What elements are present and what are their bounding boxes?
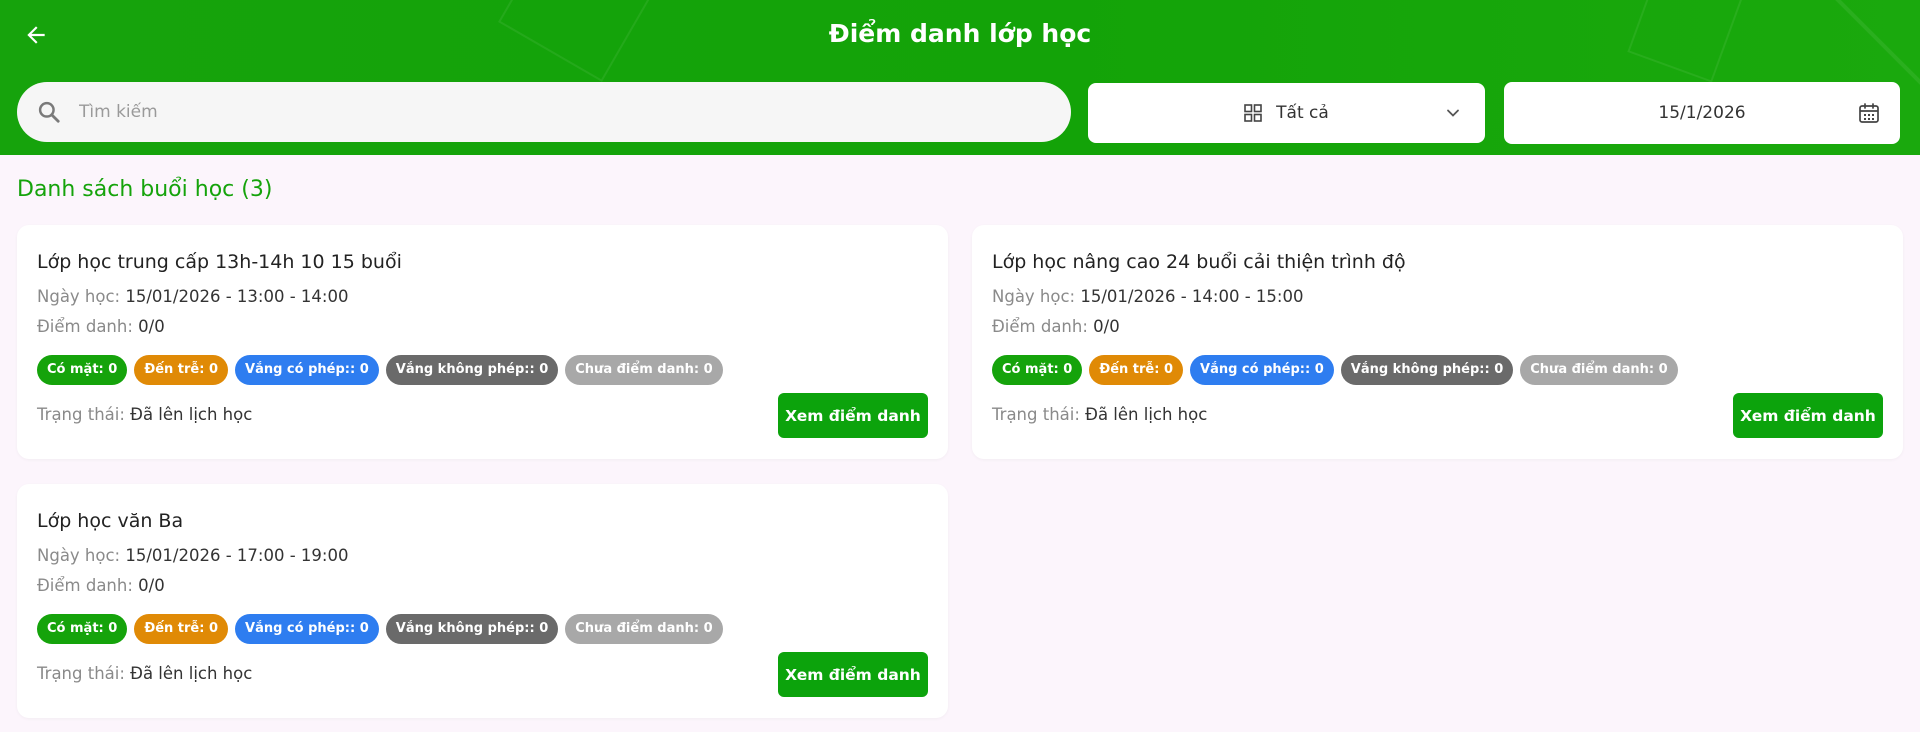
- badge-present: Có mặt: 0: [37, 614, 128, 644]
- session-status-value: Đã lên lịch học: [130, 405, 253, 424]
- badge-present: Có mặt: 0: [992, 355, 1083, 385]
- badge-late: Đến trễ: 0: [134, 614, 229, 644]
- badge-excused-absence: Vắng có phép:: 0: [1190, 355, 1334, 385]
- session-title: Lớp học trung cấp 13h-14h 10 15 buổi: [37, 251, 402, 273]
- badge-excused-absence: Vắng có phép:: 0: [235, 614, 379, 644]
- session-title: Lớp học nâng cao 24 buổi cải thiện trình…: [992, 251, 1406, 273]
- badge-unexcused-absence: Vắng không phép:: 0: [385, 355, 559, 385]
- date-picker-field[interactable]: 15/1/2026: [1504, 82, 1900, 144]
- search-input[interactable]: [79, 102, 979, 122]
- session-date-value: 15/01/2026 - 14:00 - 15:00: [1080, 287, 1304, 306]
- badge-not-marked: Chưa điểm danh: 0: [565, 355, 723, 385]
- session-attendance-label: Điểm danh:: [37, 317, 133, 336]
- session-card: Lớp học trung cấp 13h-14h 10 15 buổi Ngà…: [17, 225, 948, 459]
- page-title: Điểm danh lớp học: [828, 19, 1092, 48]
- attendance-badges: Có mặt: 0 Đến trễ: 0 Vắng có phép:: 0 Vắ…: [37, 355, 723, 385]
- session-attendance-row: Điểm danh: 0/0: [37, 315, 165, 339]
- session-date-label: Ngày học:: [37, 546, 121, 565]
- session-title: Lớp học văn Ba: [37, 510, 184, 532]
- search-icon: [34, 97, 64, 127]
- session-status-label: Trạng thái:: [37, 664, 125, 683]
- chevron-down-icon: [1447, 109, 1459, 117]
- session-status-row: Trạng thái: Đã lên lịch học: [992, 403, 1207, 427]
- badge-not-marked: Chưa điểm danh: 0: [565, 614, 723, 644]
- session-date-value: 15/01/2026 - 17:00 - 19:00: [125, 546, 349, 565]
- session-date-value: 15/01/2026 - 13:00 - 14:00: [125, 287, 349, 306]
- attendance-badges: Có mặt: 0 Đến trễ: 0 Vắng có phép:: 0 Vắ…: [37, 614, 723, 644]
- session-attendance-value: 0/0: [1093, 317, 1120, 336]
- view-attendance-button[interactable]: Xem điểm danh: [778, 393, 928, 438]
- badge-unexcused-absence: Vắng không phép:: 0: [385, 614, 559, 644]
- session-status-row: Trạng thái: Đã lên lịch học: [37, 662, 252, 686]
- session-date-label: Ngày học:: [992, 287, 1076, 306]
- grid-icon: [1244, 104, 1262, 122]
- class-filter-select[interactable]: Tất cả: [1088, 83, 1485, 143]
- search-box[interactable]: [17, 82, 1071, 142]
- session-status-label: Trạng thái:: [37, 405, 125, 424]
- session-date-label: Ngày học:: [37, 287, 121, 306]
- app-header: Điểm danh lớp học Tất cả 15/1/2026: [0, 0, 1920, 155]
- view-attendance-button[interactable]: Xem điểm danh: [1733, 393, 1883, 438]
- badge-unexcused-absence: Vắng không phép:: 0: [1340, 355, 1514, 385]
- filter-selected-value: Tất cả: [1276, 103, 1329, 123]
- session-attendance-row: Điểm danh: 0/0: [992, 315, 1120, 339]
- section-title: Danh sách buổi học (3): [17, 177, 273, 202]
- view-attendance-button[interactable]: Xem điểm danh: [778, 652, 928, 697]
- session-status-label: Trạng thái:: [992, 405, 1080, 424]
- session-date-row: Ngày học: 15/01/2026 - 17:00 - 19:00: [37, 544, 348, 568]
- session-date-row: Ngày học: 15/01/2026 - 14:00 - 15:00: [992, 285, 1303, 309]
- session-status-row: Trạng thái: Đã lên lịch học: [37, 403, 252, 427]
- badge-late: Đến trễ: 0: [134, 355, 229, 385]
- session-attendance-label: Điểm danh:: [37, 576, 133, 595]
- session-attendance-value: 0/0: [138, 576, 165, 595]
- date-value: 15/1/2026: [1658, 103, 1746, 123]
- session-card: Lớp học văn Ba Ngày học: 15/01/2026 - 17…: [17, 484, 948, 718]
- session-status-value: Đã lên lịch học: [1085, 405, 1208, 424]
- badge-excused-absence: Vắng có phép:: 0: [235, 355, 379, 385]
- attendance-badges: Có mặt: 0 Đến trễ: 0 Vắng có phép:: 0 Vắ…: [992, 355, 1678, 385]
- session-attendance-row: Điểm danh: 0/0: [37, 574, 165, 598]
- session-date-row: Ngày học: 15/01/2026 - 13:00 - 14:00: [37, 285, 348, 309]
- session-attendance-label: Điểm danh:: [992, 317, 1088, 336]
- session-card: Lớp học nâng cao 24 buổi cải thiện trình…: [972, 225, 1903, 459]
- calendar-icon: [1859, 103, 1879, 123]
- badge-present: Có mặt: 0: [37, 355, 128, 385]
- session-attendance-value: 0/0: [138, 317, 165, 336]
- badge-late: Đến trễ: 0: [1089, 355, 1184, 385]
- badge-not-marked: Chưa điểm danh: 0: [1520, 355, 1678, 385]
- session-status-value: Đã lên lịch học: [130, 664, 253, 683]
